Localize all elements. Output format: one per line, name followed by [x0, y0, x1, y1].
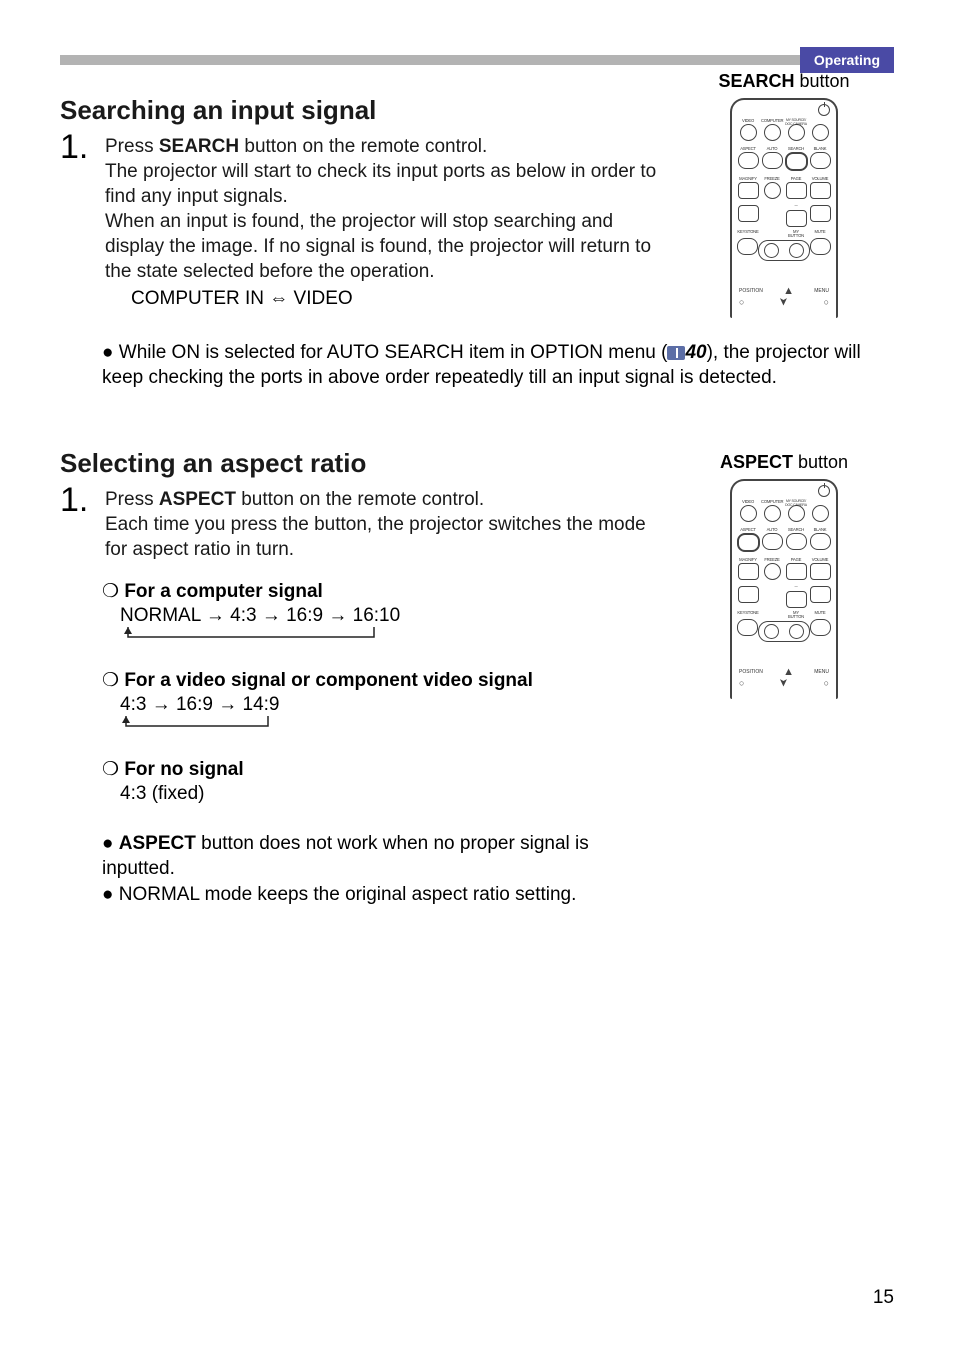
- aspect-button-icon: [737, 533, 760, 552]
- section1-sequence: COMPUTER IN ⇔ VIDEO: [131, 288, 664, 310]
- sub-no-signal: ❍ For no signal 4:3 (fixed): [60, 758, 664, 805]
- loop-arrow-icon: [122, 627, 382, 645]
- remote1-caption: SEARCH button: [674, 71, 894, 92]
- search-button-icon: [785, 152, 808, 171]
- section2-step1: Press ASPECT button on the remote contro…: [105, 487, 664, 562]
- remote2-caption: ASPECT button: [674, 452, 894, 473]
- section1-title: Searching an input signal: [60, 95, 664, 126]
- sub-computer-signal: ❍ For a computer signal NORMAL → 4:3 → 1…: [60, 580, 664, 651]
- remote-control-diagram-aspect: VIDEO COMPUTER MY SOURCE/ DOC.CAMERA ASP…: [730, 479, 838, 699]
- book-icon: [667, 346, 685, 360]
- sub-video-signal: ❍ For a video signal or component video …: [60, 669, 664, 740]
- section1-bullet: ● While ON is selected for AUTO SEARCH i…: [60, 340, 894, 390]
- step-number-2: 1.: [60, 481, 88, 520]
- section2-bullets: ● ASPECT button does not work when no pr…: [60, 831, 664, 906]
- loop-arrow-icon: [120, 716, 280, 734]
- section1-step1: Press SEARCH button on the remote contro…: [105, 134, 664, 284]
- page-number: 15: [873, 1287, 894, 1309]
- step-number-1: 1.: [60, 128, 88, 167]
- section2-title: Selecting an aspect ratio: [60, 448, 664, 479]
- header-rule: Operating: [60, 55, 894, 65]
- remote-control-diagram-search: VIDEO COMPUTER MY SOURCE/ DOC.CAMERA ASP…: [730, 98, 838, 318]
- section-tab: Operating: [800, 47, 894, 73]
